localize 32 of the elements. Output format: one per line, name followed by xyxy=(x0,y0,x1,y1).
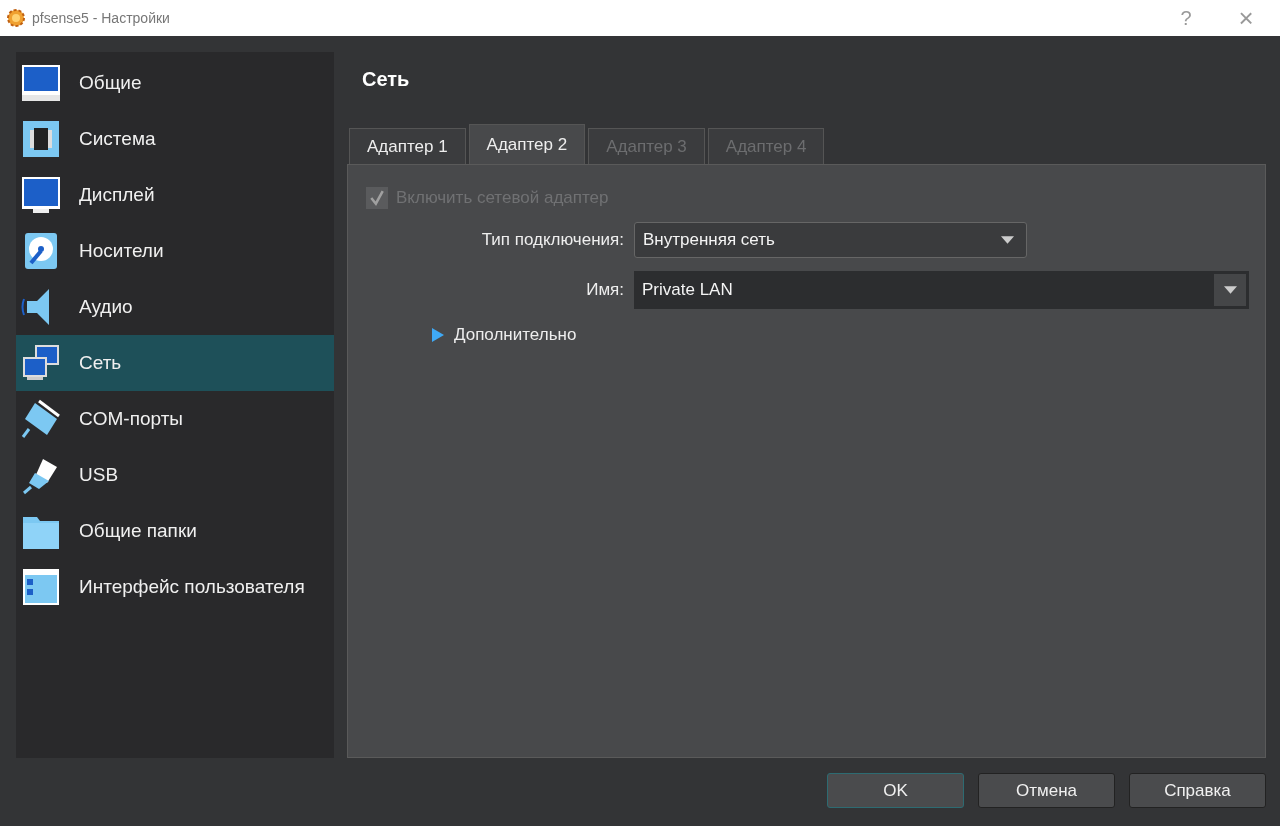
expander-triangle-icon xyxy=(432,328,444,342)
dropdown-caret-icon xyxy=(1001,236,1014,244)
sidebar-item[interactable]: Носители xyxy=(16,223,334,279)
advanced-expander[interactable]: Дополнительно xyxy=(432,325,1247,345)
monitor-icon xyxy=(21,175,61,215)
sidebar-item[interactable]: COM-порты xyxy=(16,391,334,447)
window-title: pfsense5 - Настройки xyxy=(32,10,170,26)
sidebar-item[interactable]: Общие xyxy=(16,55,334,111)
field-label: Тип подключения: xyxy=(480,230,625,250)
dropdown-caret-icon xyxy=(1223,286,1237,294)
sidebar-item[interactable]: Дисплей xyxy=(16,167,334,223)
field-label: Имя: xyxy=(585,280,625,300)
sidebar-item[interactable]: Сеть xyxy=(16,335,334,391)
connector-icon xyxy=(21,399,61,439)
dialog-button[interactable]: Справка xyxy=(1129,773,1266,808)
adapter-tab[interactable]: Адаптер 1 xyxy=(349,128,466,164)
dialog-button[interactable]: Отмена xyxy=(978,773,1115,808)
monitor-icon xyxy=(21,63,61,103)
sidebar-item[interactable]: Интерфейс пользователя xyxy=(16,559,334,615)
app-logo-icon xyxy=(6,8,26,28)
monitors-icon xyxy=(21,343,61,383)
window-icon xyxy=(21,567,61,607)
sidebar-item[interactable]: Система xyxy=(16,111,334,167)
sidebar-item[interactable]: Аудио xyxy=(16,279,334,335)
connection-type-dropdown[interactable]: Внутренняя сеть xyxy=(634,222,1027,258)
sidebar-item[interactable]: USB xyxy=(16,447,334,503)
page-title: Сеть xyxy=(361,67,411,92)
dialog-button[interactable]: OK xyxy=(827,773,964,808)
adapter-tab[interactable]: Адаптер 2 xyxy=(468,124,586,164)
name-combo-field[interactable]: Private LAN xyxy=(634,271,1249,309)
chip-icon xyxy=(21,119,61,159)
sidebar-item[interactable]: Общие папки xyxy=(16,503,334,559)
